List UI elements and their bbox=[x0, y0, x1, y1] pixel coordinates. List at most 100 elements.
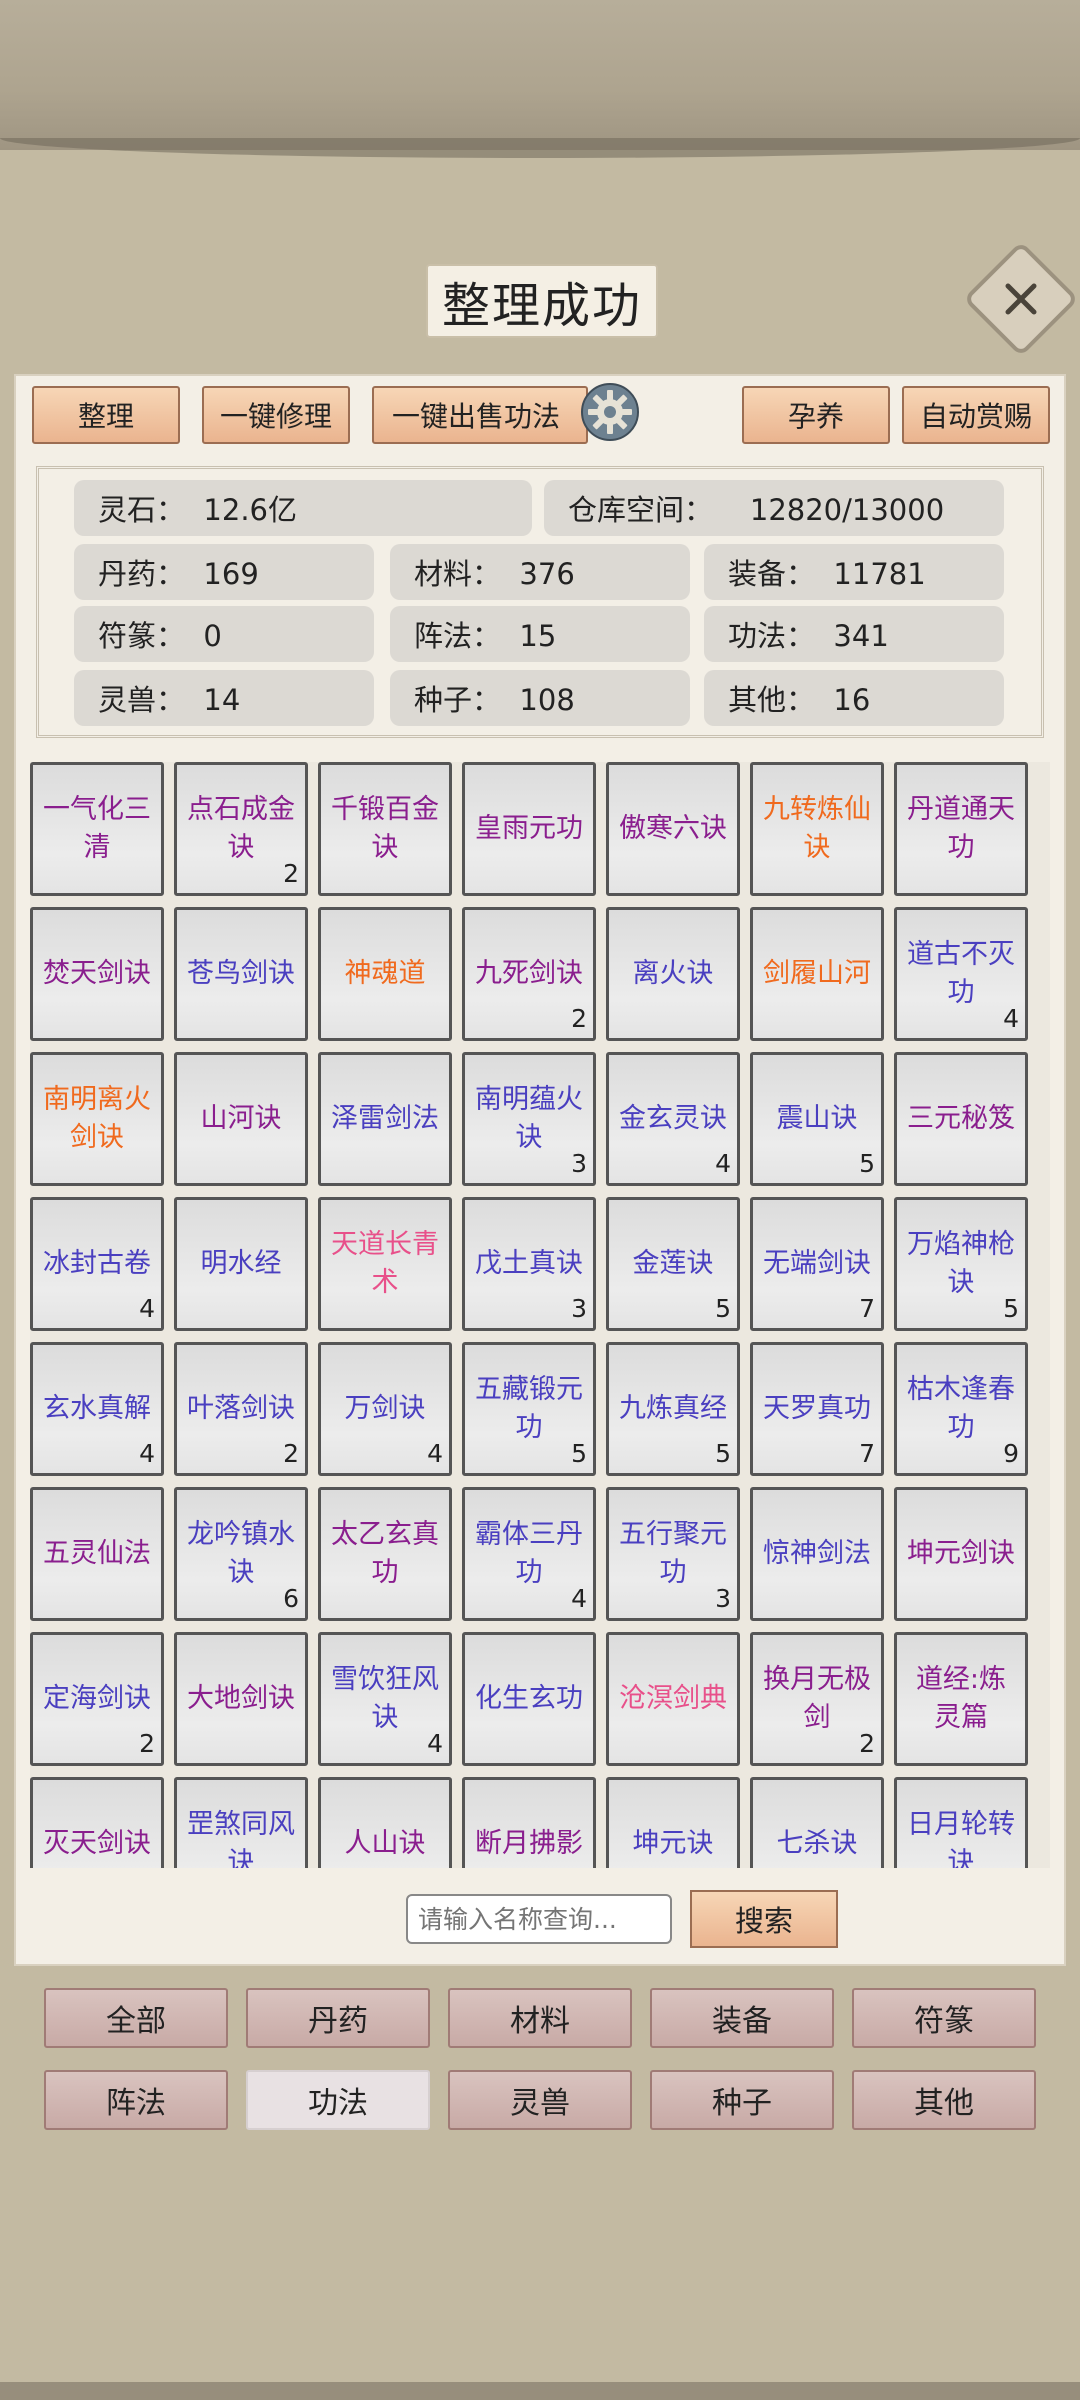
technique-slot[interactable]: 千锻百金诀 bbox=[318, 762, 452, 896]
tab-all[interactable]: 全部 bbox=[44, 1988, 228, 2048]
item-grid[interactable]: 一气化三清 点石成金诀 2 千锻百金诀 皇雨元功 傲寒六诀 九转炼仙诀 丹道通天功 焚天剑诀 苍鸟… bbox=[30, 762, 1050, 1868]
technique-slot[interactable]: 龙吟镇水诀 6 bbox=[174, 1487, 308, 1621]
technique-slot[interactable]: 苍鸟剑诀 bbox=[174, 907, 308, 1041]
technique-slot[interactable]: 玄水真解 4 bbox=[30, 1342, 164, 1476]
technique-name: 五行聚元功 bbox=[619, 1519, 727, 1588]
sort-button[interactable]: 整理 bbox=[32, 386, 180, 444]
technique-slot[interactable]: 冰封古卷 4 bbox=[30, 1197, 164, 1331]
technique-name: 剑履山河 bbox=[763, 958, 871, 989]
technique-slot[interactable]: 无端剑诀 7 bbox=[750, 1197, 884, 1331]
technique-count: 7 bbox=[859, 1294, 875, 1323]
technique-slot[interactable]: 罡煞同风诀 bbox=[174, 1777, 308, 1868]
technique-slot[interactable]: 七杀诀 bbox=[750, 1777, 884, 1868]
technique-slot[interactable]: 山河诀 bbox=[174, 1052, 308, 1186]
technique-slot[interactable]: 明水经 bbox=[174, 1197, 308, 1331]
technique-slot[interactable]: 剑履山河 bbox=[750, 907, 884, 1041]
technique-slot[interactable]: 傲寒六诀 bbox=[606, 762, 740, 896]
search-button[interactable]: 搜索 bbox=[690, 1890, 838, 1948]
technique-slot[interactable]: 九死剑诀 2 bbox=[462, 907, 596, 1041]
technique-slot[interactable]: 坤元诀 bbox=[606, 1777, 740, 1868]
technique-slot[interactable]: 三元秘笈 bbox=[894, 1052, 1028, 1186]
technique-count: 2 bbox=[283, 1439, 299, 1468]
stat-others: 其他： 16 bbox=[704, 670, 1004, 726]
tab-formations[interactable]: 阵法 bbox=[44, 2070, 228, 2130]
technique-slot[interactable]: 九转炼仙诀 bbox=[750, 762, 884, 896]
technique-slot[interactable]: 戊土真诀 3 bbox=[462, 1197, 596, 1331]
technique-slot[interactable]: 五藏锻元功 5 bbox=[462, 1342, 596, 1476]
technique-name: 惊神剑法 bbox=[763, 1538, 871, 1569]
tab-equipment[interactable]: 装备 bbox=[650, 1988, 834, 2048]
technique-slot[interactable]: 离火诀 bbox=[606, 907, 740, 1041]
technique-slot[interactable]: 坤元剑诀 bbox=[894, 1487, 1028, 1621]
stat-pills: 丹药： 169 bbox=[74, 544, 374, 600]
search-input[interactable] bbox=[406, 1894, 672, 1944]
technique-slot[interactable]: 一气化三清 bbox=[30, 762, 164, 896]
technique-slot[interactable]: 霸体三丹功 4 bbox=[462, 1487, 596, 1621]
technique-slot[interactable]: 断月拂影 bbox=[462, 1777, 596, 1868]
tab-others[interactable]: 其他 bbox=[852, 2070, 1036, 2130]
technique-slot[interactable]: 日月轮转诀 bbox=[894, 1777, 1028, 1868]
technique-slot[interactable]: 惊神剑法 bbox=[750, 1487, 884, 1621]
technique-name: 天道长青术 bbox=[331, 1229, 439, 1298]
technique-name: 点石成金诀 bbox=[187, 794, 295, 863]
technique-slot[interactable]: 枯木逢春功 9 bbox=[894, 1342, 1028, 1476]
technique-count: 3 bbox=[571, 1294, 587, 1323]
tab-techniques[interactable]: 功法 bbox=[246, 2070, 430, 2130]
technique-slot[interactable]: 大地剑诀 bbox=[174, 1632, 308, 1766]
technique-count: 4 bbox=[427, 1729, 443, 1758]
technique-slot[interactable]: 沧溟剑典 bbox=[606, 1632, 740, 1766]
technique-slot[interactable]: 太乙玄真功 bbox=[318, 1487, 452, 1621]
technique-slot[interactable]: 叶落剑诀 2 bbox=[174, 1342, 308, 1476]
tab-beasts[interactable]: 灵兽 bbox=[448, 2070, 632, 2130]
technique-slot[interactable]: 点石成金诀 2 bbox=[174, 762, 308, 896]
technique-slot[interactable]: 道经:炼灵篇 bbox=[894, 1632, 1028, 1766]
tab-materials[interactable]: 材料 bbox=[448, 1988, 632, 2048]
technique-slot[interactable]: 九炼真经 5 bbox=[606, 1342, 740, 1476]
technique-count: 2 bbox=[283, 859, 299, 888]
technique-slot[interactable]: 雪饮狂风诀 4 bbox=[318, 1632, 452, 1766]
technique-slot[interactable]: 震山诀 5 bbox=[750, 1052, 884, 1186]
repair-all-button[interactable]: 一键修理 bbox=[202, 386, 350, 444]
technique-name: 五灵仙法 bbox=[43, 1538, 151, 1569]
technique-count: 5 bbox=[715, 1439, 731, 1468]
technique-slot[interactable]: 万焰神枪诀 5 bbox=[894, 1197, 1028, 1331]
technique-slot[interactable]: 定海剑诀 2 bbox=[30, 1632, 164, 1766]
technique-slot[interactable]: 金莲诀 5 bbox=[606, 1197, 740, 1331]
technique-slot[interactable]: 灭天剑诀 bbox=[30, 1777, 164, 1868]
technique-slot[interactable]: 五行聚元功 3 bbox=[606, 1487, 740, 1621]
technique-name: 傲寒六诀 bbox=[619, 813, 727, 844]
technique-slot[interactable]: 焚天剑诀 bbox=[30, 907, 164, 1041]
technique-name: 玄水真解 bbox=[43, 1393, 151, 1424]
technique-name: 丹道通天功 bbox=[907, 794, 1015, 863]
technique-slot[interactable]: 化生玄功 bbox=[462, 1632, 596, 1766]
stat-storage-space: 仓库空间： 12820/13000 bbox=[544, 480, 1004, 536]
technique-slot[interactable]: 五灵仙法 bbox=[30, 1487, 164, 1621]
technique-slot[interactable]: 天罗真功 7 bbox=[750, 1342, 884, 1476]
technique-slot[interactable]: 万剑诀 4 bbox=[318, 1342, 452, 1476]
technique-slot[interactable]: 南明离火剑诀 bbox=[30, 1052, 164, 1186]
close-button[interactable] bbox=[963, 241, 1079, 357]
technique-slot[interactable]: 天道长青术 bbox=[318, 1197, 452, 1331]
technique-slot[interactable]: 丹道通天功 bbox=[894, 762, 1028, 896]
auto-reward-button[interactable]: 自动赏赐 bbox=[902, 386, 1050, 444]
technique-slot[interactable]: 道古不灭功 4 bbox=[894, 907, 1028, 1041]
tab-pills[interactable]: 丹药 bbox=[246, 1988, 430, 2048]
sell-techniques-button[interactable]: 一键出售功法 bbox=[372, 386, 588, 444]
technique-slot[interactable]: 神魂道 bbox=[318, 907, 452, 1041]
tab-seeds[interactable]: 种子 bbox=[650, 2070, 834, 2130]
technique-name: 天罗真功 bbox=[763, 1393, 871, 1424]
technique-slot[interactable]: 皇雨元功 bbox=[462, 762, 596, 896]
technique-slot[interactable]: 泽雷剑法 bbox=[318, 1052, 452, 1186]
technique-name: 苍鸟剑诀 bbox=[187, 958, 295, 989]
technique-slot[interactable]: 金玄灵诀 4 bbox=[606, 1052, 740, 1186]
technique-name: 万剑诀 bbox=[344, 1393, 426, 1424]
technique-name: 道古不灭功 bbox=[907, 939, 1015, 1008]
nurture-button[interactable]: 孕养 bbox=[742, 386, 890, 444]
technique-slot[interactable]: 换月无极剑 2 bbox=[750, 1632, 884, 1766]
technique-slot[interactable]: 人山诀 bbox=[318, 1777, 452, 1868]
tab-talismans[interactable]: 符篆 bbox=[852, 1988, 1036, 2048]
technique-count: 2 bbox=[139, 1729, 155, 1758]
technique-name: 九死剑诀 bbox=[475, 958, 583, 989]
technique-slot[interactable]: 南明蕴火诀 3 bbox=[462, 1052, 596, 1186]
gear-icon[interactable] bbox=[580, 382, 640, 442]
